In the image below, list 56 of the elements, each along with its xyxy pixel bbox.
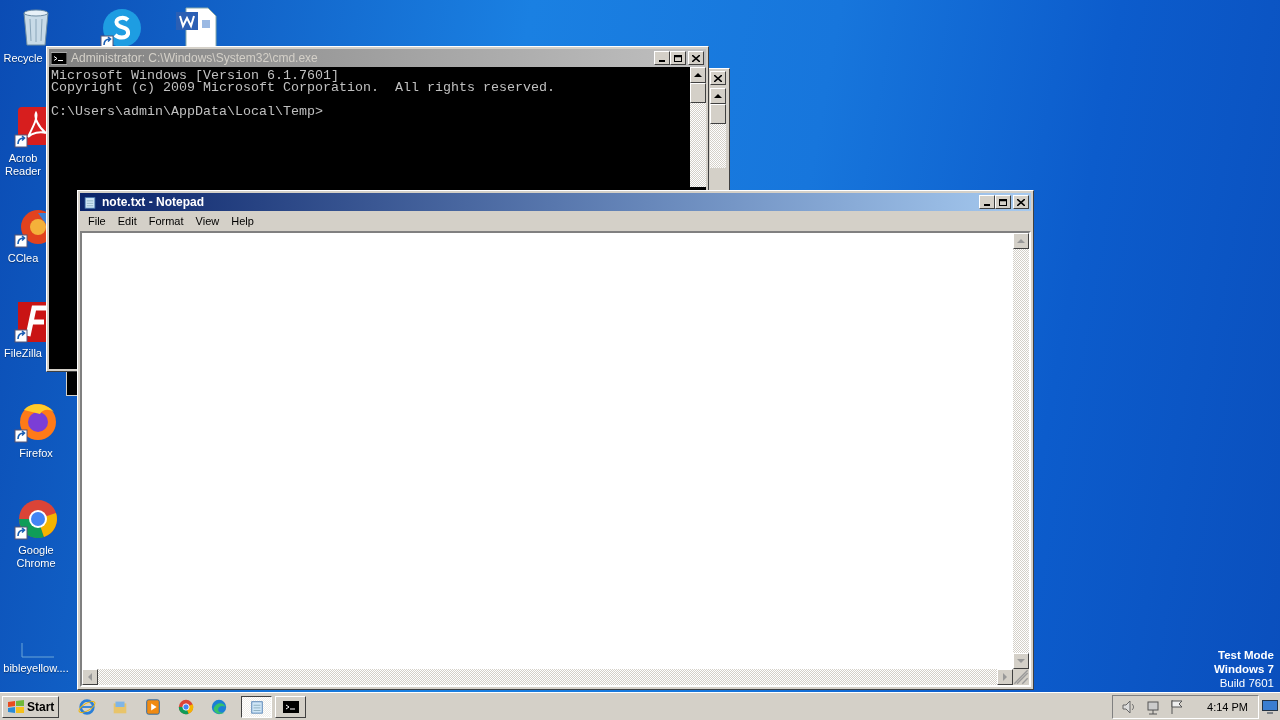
notepad-task-button[interactable] <box>241 695 273 718</box>
right-arrow-icon <box>1003 673 1007 681</box>
watermark-text: Build 7601 <box>1218 676 1274 690</box>
console-line: Microsoft Windows [Version 6.1.7601] <box>51 70 339 82</box>
resize-grip-icon[interactable] <box>1013 669 1029 685</box>
icon-label: Google Chrome <box>16 544 56 570</box>
close-icon <box>692 54 700 62</box>
watermark-text: Test Mode <box>1217 648 1274 662</box>
notepad-icon <box>82 195 98 209</box>
menu-item[interactable]: Format <box>142 215 190 227</box>
start-button[interactable]: Start <box>2 695 60 718</box>
console-line: Copyright (c) 2009 Microsoft Corporation. All rights reserved. <box>51 82 556 94</box>
maximize-icon <box>999 198 1007 206</box>
minimize-button[interactable] <box>979 195 995 209</box>
menu-item[interactable]: Edit <box>111 215 143 227</box>
menu-item[interactable]: View <box>189 215 226 227</box>
network-icon[interactable] <box>1145 698 1162 715</box>
maximize-button[interactable] <box>995 195 1011 209</box>
clock[interactable]: 4:14 PM <box>1207 700 1248 713</box>
menu-item[interactable]: Help <box>225 215 260 227</box>
document-icon[interactable] <box>14 105 46 149</box>
close-button[interactable] <box>1013 195 1029 209</box>
maximize-icon <box>674 54 682 62</box>
close-icon <box>1017 198 1025 206</box>
left-arrow-icon <box>88 673 92 681</box>
icon-label: Recycle <box>2 52 44 65</box>
console-line: C:\Users\admin\AppData\Local\Temp> <box>51 106 324 118</box>
up-arrow-icon <box>694 73 702 77</box>
browser-icon[interactable] <box>14 497 58 541</box>
up-arrow-icon <box>1017 239 1025 243</box>
scroll-thumb[interactable] <box>710 104 726 124</box>
console-icon <box>282 699 299 714</box>
show-desktop-icon[interactable] <box>1262 699 1278 714</box>
icon-label: Acrob Reader <box>3 152 43 178</box>
watermark-text: Windows 7 <box>1214 662 1274 676</box>
icon-label: Firefox <box>19 447 53 460</box>
window-title: Administrator: C:\Windows\System32\cmd.exe <box>71 51 319 65</box>
console-icon <box>51 51 67 65</box>
down-arrow-icon <box>1017 659 1025 663</box>
windows-logo-icon <box>7 698 25 715</box>
scroll-thumb[interactable] <box>690 83 706 103</box>
console-task-button[interactable] <box>275 695 307 718</box>
up-arrow-icon <box>714 94 722 98</box>
scrollbar[interactable] <box>1013 233 1029 669</box>
icon-label: FileZilla <box>3 347 43 360</box>
scrollbar[interactable] <box>710 88 726 168</box>
scrollbar[interactable] <box>690 67 706 187</box>
scrollbar[interactable] <box>82 669 1013 685</box>
notepad-icon <box>248 699 265 714</box>
icon-label: bibleyellow.... <box>3 662 69 675</box>
icon-label: CClea <box>6 252 40 265</box>
app-icon[interactable] <box>14 300 46 344</box>
close-icon <box>714 74 722 82</box>
window-title: note.txt - Notepad <box>102 195 205 209</box>
menu-item[interactable]: File <box>82 215 112 227</box>
close-button[interactable] <box>710 71 726 85</box>
